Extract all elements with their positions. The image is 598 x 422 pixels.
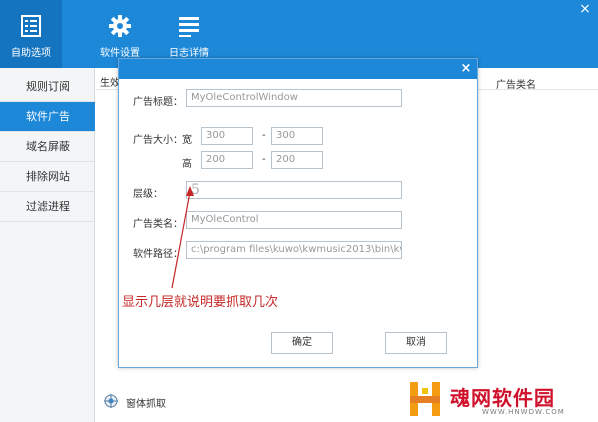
sidebar-item-rule-subscription[interactable]: 规则订阅 bbox=[0, 72, 95, 102]
ad-class-field[interactable]: MyOleControl bbox=[186, 211, 402, 229]
software-path-label: 软件路径： bbox=[133, 249, 183, 260]
sidebar-item-software-ads[interactable]: 软件广告 bbox=[0, 102, 95, 132]
width-from-field[interactable]: 300 bbox=[201, 127, 253, 145]
ok-button[interactable]: 确定 bbox=[271, 332, 333, 354]
ad-class-label: 广告类名： bbox=[133, 219, 183, 230]
range-dash: - bbox=[262, 130, 266, 141]
height-to-field[interactable]: 200 bbox=[271, 151, 323, 169]
toolbar-self-options-button[interactable]: 自助选项 bbox=[0, 0, 62, 68]
site-watermark: 魂网软件园 WWW.HNWDW.COM bbox=[408, 376, 598, 422]
sidebar-item-domain-block[interactable]: 域名屏蔽 bbox=[0, 132, 95, 162]
height-label: 高 bbox=[182, 159, 192, 170]
toolbar-label: 日志详情 bbox=[169, 48, 209, 59]
gear-icon bbox=[109, 15, 131, 37]
ad-title-label: 广告标题： bbox=[133, 97, 183, 108]
level-field[interactable]: 5 bbox=[186, 181, 402, 199]
cancel-button[interactable]: 取消 bbox=[385, 332, 447, 354]
watermark-name: 魂网软件园 bbox=[450, 386, 555, 410]
toolbar-label: 自助选项 bbox=[11, 48, 51, 59]
annotation-text: 显示几层就说明要抓取几次 bbox=[122, 295, 279, 310]
window-close-icon[interactable]: × bbox=[578, 2, 592, 16]
column-header-ad-class: 广告类名 bbox=[496, 80, 536, 91]
log-list-icon bbox=[179, 17, 199, 37]
window-capture-label: 窗体抓取 bbox=[126, 399, 166, 410]
checklist-icon bbox=[21, 15, 41, 37]
range-dash: - bbox=[262, 154, 266, 165]
watermark-url: WWW.HNWDW.COM bbox=[482, 408, 565, 416]
sidebar-item-exclude-sites[interactable]: 排除网站 bbox=[0, 162, 95, 192]
width-label: 宽 bbox=[182, 135, 192, 146]
sidebar: 规则订阅 软件广告 域名屏蔽 排除网站 过滤进程 bbox=[0, 68, 95, 422]
toolbar-label: 软件设置 bbox=[100, 48, 140, 59]
column-header-enabled: 生效 bbox=[100, 78, 120, 89]
software-path-field[interactable]: c:\program files\kuwo\kwmusic2013\bin\kw… bbox=[186, 241, 402, 259]
dialog-title-bar: × bbox=[119, 59, 477, 79]
site-logo-icon bbox=[410, 382, 440, 416]
ad-size-label: 广告大小： bbox=[133, 135, 183, 146]
crosshair-icon bbox=[104, 394, 118, 408]
width-to-field[interactable]: 300 bbox=[271, 127, 323, 145]
level-label: 层级： bbox=[133, 189, 163, 200]
ad-title-field[interactable]: MyOleControlWindow bbox=[186, 89, 402, 107]
dialog-close-icon[interactable]: × bbox=[459, 62, 473, 76]
ad-properties-dialog: × 广告标题： MyOleControlWindow 广告大小： 宽 300 -… bbox=[118, 58, 478, 368]
height-from-field[interactable]: 200 bbox=[201, 151, 253, 169]
sidebar-item-filter-process[interactable]: 过滤进程 bbox=[0, 192, 95, 222]
